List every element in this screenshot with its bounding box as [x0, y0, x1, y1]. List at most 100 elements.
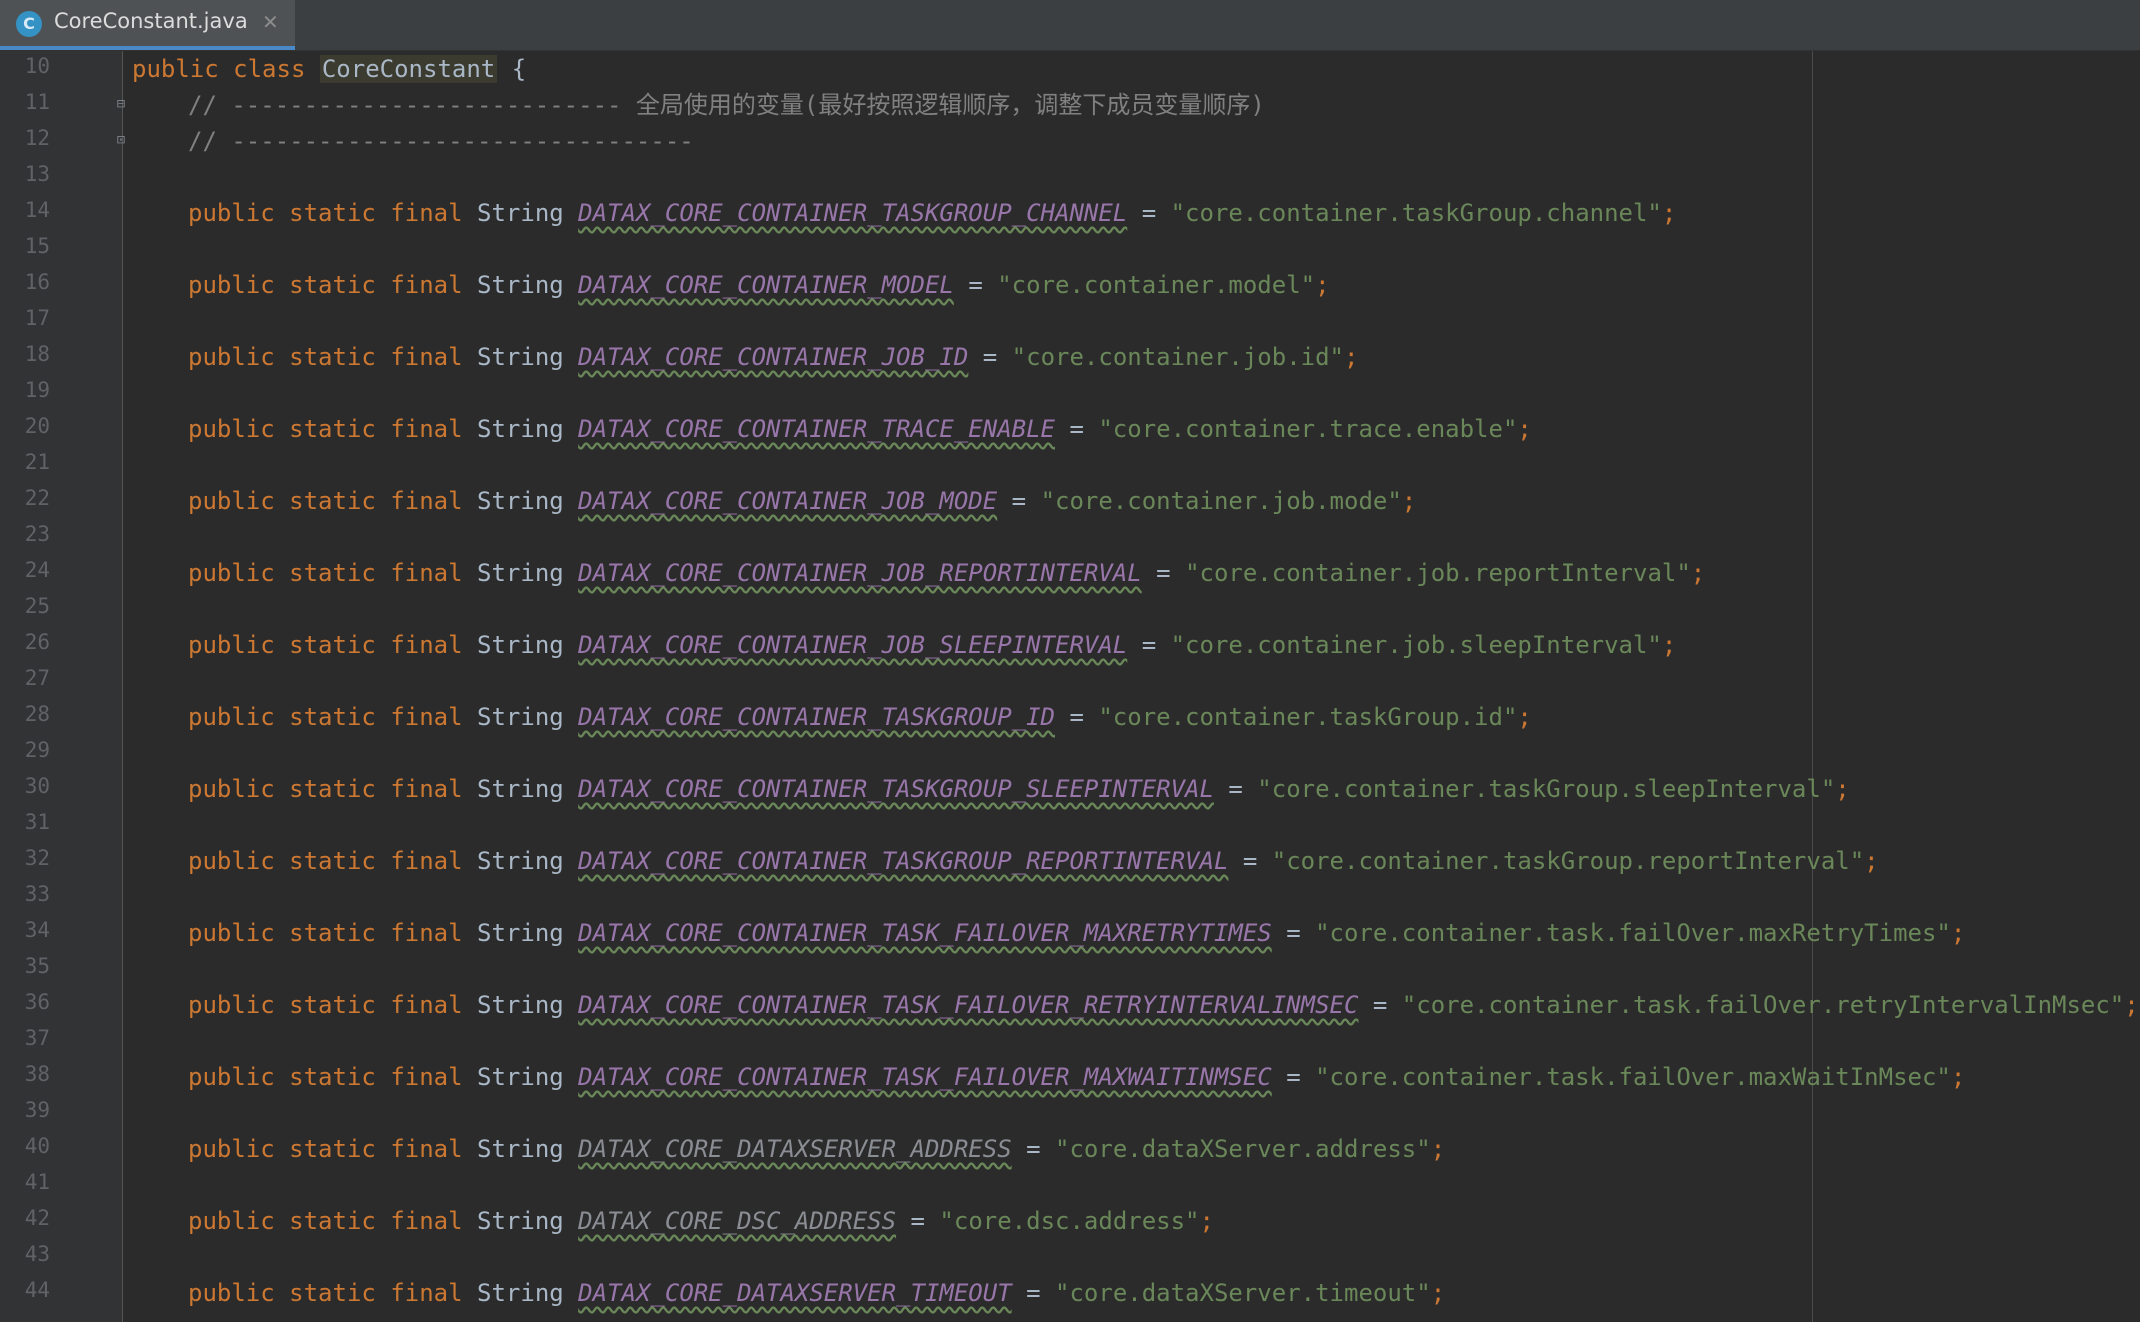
semicolon: ; — [1344, 343, 1359, 371]
constant-declaration-line: 14 public static final String DATAX_CORE_… — [0, 195, 2140, 231]
constant-declaration-line: 24 public static final String DATAX_CORE_… — [0, 555, 2140, 591]
blank-line: 39 — [0, 1095, 2140, 1131]
keyword-final: final — [390, 1279, 463, 1307]
line-number: 18 — [24, 342, 50, 366]
line-number: 39 — [24, 1098, 50, 1122]
constant-declaration: public static final String DATAX_CORE_DA… — [188, 1133, 1445, 1165]
constant-name[interactable]: DATAX_CORE_DATAXSERVER_ADDRESS — [578, 1135, 1011, 1163]
assign-operator: = — [1069, 415, 1084, 443]
assign-operator: = — [910, 1207, 925, 1235]
string-literal: "core.dataXServer.address" — [1055, 1135, 1431, 1163]
java-class-icon: C — [16, 11, 42, 37]
type-string: String — [477, 343, 564, 371]
type-string: String — [477, 271, 564, 299]
line-number: 41 — [24, 1170, 50, 1194]
assign-operator: = — [1026, 1135, 1041, 1163]
line-number: 30 — [24, 774, 50, 798]
code-editor[interactable]: 10 public class CoreConstant {11 ⊟// -----… — [0, 51, 2140, 1322]
keyword-static: static — [289, 199, 376, 227]
constant-declaration: public static final String DATAX_CORE_CO… — [188, 197, 1676, 229]
semicolon: ; — [1430, 1135, 1446, 1163]
constant-declaration-line: 34 public static final String DATAX_CORE_… — [0, 915, 2140, 951]
keyword-public: public — [188, 1135, 275, 1163]
constant-name[interactable]: DATAX_CORE_CONTAINER_TASKGROUP_REPORTINT… — [578, 847, 1228, 875]
constant-declaration: public static final String DATAX_CORE_CO… — [188, 845, 1879, 877]
keyword-final: final — [390, 343, 463, 371]
constant-declaration-line: 28 public static final String DATAX_CORE_… — [0, 699, 2140, 735]
line-number: 13 — [24, 162, 50, 186]
blank-line: 29 — [0, 735, 2140, 771]
constant-name[interactable]: DATAX_CORE_CONTAINER_JOB_ID — [578, 343, 968, 371]
constant-declaration: public static final String DATAX_CORE_DS… — [188, 1205, 1214, 1237]
keyword-public: public — [188, 1279, 275, 1307]
string-literal: "core.container.job.mode" — [1040, 487, 1402, 515]
close-icon[interactable]: ✕ — [262, 10, 279, 34]
constant-name[interactable]: DATAX_CORE_DSC_ADDRESS — [578, 1207, 896, 1235]
keyword-public: public — [188, 703, 275, 731]
constant-name[interactable]: DATAX_CORE_CONTAINER_TASK_FAILOVER_RETRY… — [578, 991, 1358, 1019]
blank-line: 27 — [0, 663, 2140, 699]
semicolon: ; — [1517, 703, 1532, 731]
comment-line: 11 ⊟ // --------------------------- 全局使用的变… — [0, 87, 2140, 123]
keyword-public: public — [188, 487, 275, 515]
fold-open-icon[interactable]: ⊟ — [114, 96, 128, 112]
semicolon: ; — [1661, 199, 1677, 227]
tab-coreconstant-java[interactable]: C CoreConstant.java ✕ — [0, 0, 295, 50]
type-string: String — [477, 487, 564, 515]
keyword-public: public — [188, 343, 275, 371]
constant-declaration-line: 36 public static final String DATAX_CORE_… — [0, 987, 2140, 1023]
keyword-final: final — [390, 703, 463, 731]
keyword-final: final — [390, 271, 463, 299]
semicolon: ; — [1430, 1279, 1446, 1307]
blank-line: 41 — [0, 1167, 2140, 1203]
line-number: 10 — [24, 54, 50, 78]
line-number: 28 — [24, 702, 50, 726]
string-literal: "core.container.task.failOver.maxWaitInM… — [1315, 1063, 1951, 1091]
constant-name[interactable]: DATAX_CORE_CONTAINER_JOB_REPORTINTERVAL — [578, 559, 1142, 587]
line-number: 23 — [24, 522, 50, 546]
constant-name[interactable]: DATAX_CORE_CONTAINER_MODEL — [578, 271, 954, 299]
semicolon: ; — [1835, 775, 1850, 803]
constant-name[interactable]: DATAX_CORE_CONTAINER_JOB_SLEEPINTERVAL — [578, 631, 1127, 659]
semicolon: ; — [2124, 991, 2139, 1019]
assign-operator: = — [1286, 919, 1301, 947]
keyword-public: public — [132, 55, 219, 83]
constant-name[interactable]: DATAX_CORE_DATAXSERVER_TIMEOUT — [578, 1279, 1011, 1307]
constant-name[interactable]: DATAX_CORE_CONTAINER_TASK_FAILOVER_MAXWA… — [578, 1063, 1272, 1091]
constant-declaration: public static final String DATAX_CORE_CO… — [188, 917, 1965, 949]
constant-declaration: public static final String DATAX_CORE_CO… — [188, 485, 1416, 517]
type-string: String — [477, 919, 564, 947]
line-number: 22 — [24, 486, 50, 510]
line-number: 31 — [24, 810, 50, 834]
keyword-final: final — [390, 199, 463, 227]
line-number: 19 — [24, 378, 50, 402]
constant-name[interactable]: DATAX_CORE_CONTAINER_TASKGROUP_ID — [578, 703, 1055, 731]
keyword-public: public — [188, 1063, 275, 1091]
constant-name[interactable]: DATAX_CORE_CONTAINER_TASK_FAILOVER_MAXRE… — [578, 919, 1272, 947]
constant-name[interactable]: DATAX_CORE_CONTAINER_JOB_MODE — [578, 487, 997, 515]
assign-operator: = — [1156, 559, 1171, 587]
keyword-public: public — [188, 1207, 275, 1235]
class-declaration: public class CoreConstant { — [132, 53, 526, 85]
open-brace: { — [511, 55, 527, 83]
blank-line: 13 — [0, 159, 2140, 195]
constant-name[interactable]: DATAX_CORE_CONTAINER_TRACE_ENABLE — [578, 415, 1055, 443]
tab-label: CoreConstant.java — [54, 9, 248, 33]
constant-name[interactable]: DATAX_CORE_CONTAINER_TASKGROUP_SLEEPINTE… — [578, 775, 1214, 803]
line-number: 12 — [24, 126, 50, 150]
constant-declaration-line: 26 public static final String DATAX_CORE_… — [0, 627, 2140, 663]
type-string: String — [477, 775, 564, 803]
string-literal: "core.dataXServer.timeout" — [1055, 1279, 1431, 1307]
assign-operator: = — [1372, 991, 1388, 1019]
string-literal: "core.container.taskGroup.reportInterval… — [1271, 847, 1865, 875]
constant-declaration: public static final String DATAX_CORE_CO… — [188, 773, 1850, 805]
keyword-static: static — [289, 847, 376, 875]
line-number: 37 — [24, 1026, 50, 1050]
line-number: 38 — [24, 1062, 50, 1086]
assign-operator: = — [1141, 199, 1157, 227]
class-name[interactable]: CoreConstant — [319, 55, 498, 83]
constant-name[interactable]: DATAX_CORE_CONTAINER_TASKGROUP_CHANNEL — [578, 199, 1127, 227]
type-string: String — [477, 559, 564, 587]
semicolon: ; — [1401, 487, 1417, 515]
fold-close-icon[interactable]: ⊡ — [114, 132, 128, 148]
